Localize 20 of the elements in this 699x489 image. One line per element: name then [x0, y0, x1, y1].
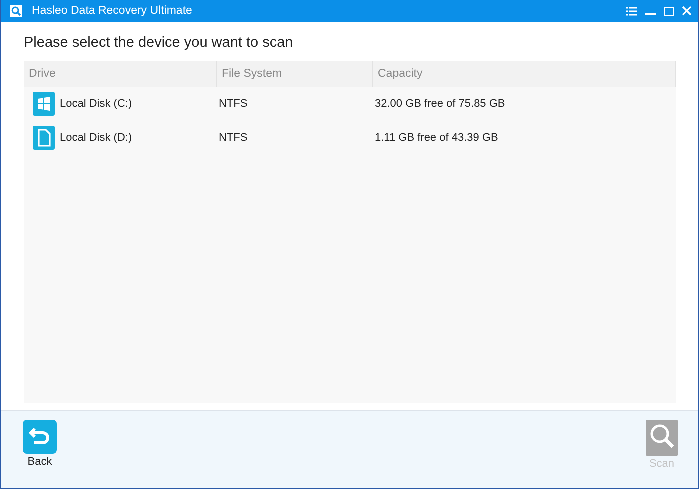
close-icon[interactable] — [682, 6, 692, 16]
page-heading: Please select the device you want to scan — [24, 35, 294, 51]
drive-name: Local Disk (C:) — [60, 98, 132, 110]
column-header[interactable]: File System — [217, 61, 373, 87]
column-header[interactable]: Drive — [24, 61, 217, 87]
back-button[interactable]: Back — [23, 420, 57, 468]
windows-drive-icon — [33, 92, 55, 116]
window-title: Hasleo Data Recovery Ultimate — [32, 5, 194, 17]
app-logo-icon — [10, 5, 22, 17]
column-header[interactable]: Capacity — [373, 61, 676, 87]
drive-name: Local Disk (D:) — [60, 132, 132, 144]
back-icon — [23, 420, 57, 454]
menu-icon[interactable] — [626, 6, 637, 16]
file-system: NTFS — [219, 98, 248, 110]
capacity: 32.00 GB free of 75.85 GB — [375, 98, 506, 110]
capacity: 1.11 GB free of 43.39 GB — [375, 132, 498, 144]
file-system: NTFS — [219, 132, 248, 144]
file-drive-icon — [33, 126, 55, 150]
magnifier-drive-icon — [646, 420, 678, 456]
maximize-icon[interactable] — [664, 6, 674, 16]
